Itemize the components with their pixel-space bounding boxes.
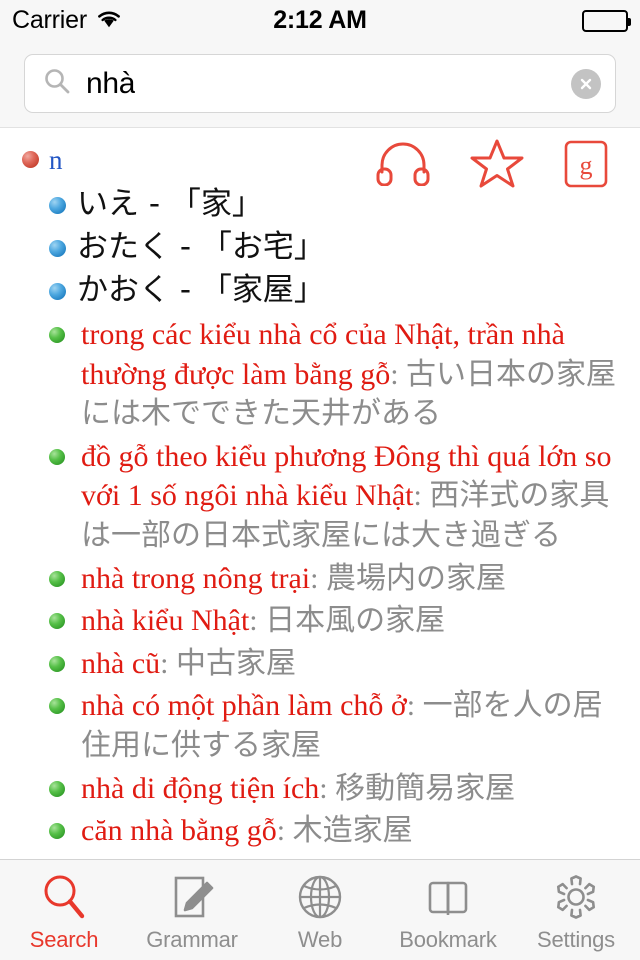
reading-label: おたく - 「お宅」: [77, 228, 325, 265]
headphones-icon[interactable]: [376, 142, 430, 191]
green-bullet-icon: [49, 655, 65, 672]
readings-list: いえ - 「家」 おたく - 「お宅」 かおく - 「家屋」: [22, 184, 626, 311]
example-separator: :: [406, 689, 423, 723]
example-japanese: 中古家屋: [175, 645, 296, 681]
example-vietnamese: nhà di động tiện ích: [81, 771, 320, 805]
reading-label: いえ - 「家」: [77, 185, 263, 222]
star-icon[interactable]: [470, 138, 524, 195]
green-bullet-icon: [49, 613, 65, 630]
search-icon: [42, 66, 72, 101]
example-separator: :: [413, 479, 430, 513]
battery-full-icon: [582, 9, 631, 32]
blue-bullet-icon: [49, 283, 66, 300]
open-book-icon: [423, 871, 473, 923]
magnifier-icon: [39, 871, 89, 923]
tab-bar: Search Grammar Web Bookmark Settings: [0, 859, 640, 960]
green-bullet-icon: [49, 698, 65, 715]
svg-text:g: g: [580, 151, 593, 180]
tab-web[interactable]: Web: [256, 860, 384, 960]
status-bar-left: Carrier: [12, 6, 122, 35]
part-of-speech-label: n: [49, 145, 63, 175]
example-item: nhà có một phần làm chỗ ở: 一部を人の居住用に供する家…: [49, 686, 626, 765]
tab-settings[interactable]: Settings: [512, 860, 640, 960]
example-separator: :: [310, 561, 326, 595]
green-bullet-icon: [49, 327, 65, 343]
example-item: nhà trong nông trại: 農場内の家屋: [49, 559, 626, 599]
example-vietnamese: nhà trong nông trại: [81, 561, 311, 595]
entry-actions: g: [376, 138, 608, 195]
example-item: nhà di động tiện ích: 移動簡易家屋: [49, 769, 626, 809]
example-vietnamese: căn nhà bằng gỗ: [81, 814, 277, 848]
example-separator: :: [390, 357, 407, 391]
example-separator: :: [319, 771, 336, 805]
search-input[interactable]: nhà: [24, 54, 616, 113]
tab-label: Web: [297, 927, 343, 952]
wifi-icon: [96, 9, 122, 33]
reading-item: かおく - 「家屋」: [49, 270, 626, 311]
green-bullet-icon: [49, 780, 65, 797]
tab-label: Bookmark: [399, 927, 497, 952]
green-bullet-icon: [49, 823, 65, 840]
green-bullet-icon: [49, 570, 65, 587]
example-vietnamese: nhà cũ: [81, 646, 161, 680]
example-japanese: 移動簡易家屋: [335, 770, 516, 806]
example-item: trong các kiểu nhà cổ của Nhật, trần nhà…: [49, 315, 626, 434]
tab-label: Grammar: [146, 927, 238, 952]
example-item: nhà cũ: 中古家屋: [49, 644, 626, 684]
example-item: căn nhà bằng gỗ: 木造家屋: [49, 811, 626, 851]
blue-bullet-icon: [49, 197, 66, 214]
example-separator: :: [160, 646, 176, 680]
example-item: đồ gỗ theo kiểu phương Đông thì quá lớn …: [49, 437, 626, 556]
red-bullet-icon: [22, 151, 39, 168]
status-bar-right: [582, 9, 631, 32]
google-g-icon[interactable]: g: [564, 140, 608, 193]
example-japanese: 日本風の家屋: [265, 603, 446, 639]
example-item: nhà kiểu Nhật: 日本風の家屋: [49, 601, 626, 641]
page-pencil-icon: [167, 871, 217, 923]
blue-bullet-icon: [49, 240, 66, 257]
definition-content: n g いえ - 「家」 おたく - 「お宅」 かおく - 「家屋」 trong…: [0, 128, 640, 851]
tab-grammar[interactable]: Grammar: [128, 860, 256, 960]
globe-icon: [295, 871, 345, 923]
clear-circle-icon[interactable]: [571, 68, 601, 99]
example-separator: :: [276, 814, 293, 848]
example-separator: :: [249, 604, 266, 638]
search-input-value: nhà: [86, 66, 136, 100]
example-vietnamese: nhà có một phần làm chỗ ở: [81, 689, 407, 723]
app-screen: Carrier 2:12 AM nhà n g いえ - 「家」 おたく - 「…: [0, 0, 640, 960]
example-japanese: 木造家屋: [292, 813, 413, 849]
example-vietnamese: nhà kiểu Nhật: [81, 604, 250, 638]
tab-label: Settings: [537, 927, 615, 952]
search-bar-container: nhà: [0, 41, 640, 127]
green-bullet-icon: [49, 448, 65, 465]
carrier-label: Carrier: [12, 6, 87, 34]
example-japanese: 農場内の家屋: [325, 560, 506, 596]
gear-icon: [551, 871, 601, 923]
reading-label: かおく - 「家屋」: [77, 271, 325, 308]
tab-label: Search: [29, 927, 99, 952]
reading-item: おたく - 「お宅」: [49, 227, 626, 268]
headword-row: n g: [22, 139, 626, 188]
status-bar: Carrier 2:12 AM: [0, 0, 640, 41]
tab-search[interactable]: Search: [0, 860, 128, 960]
definition-scroll-area[interactable]: n g いえ - 「家」 おたく - 「お宅」 かおく - 「家屋」 trong…: [0, 127, 640, 859]
tab-bookmark[interactable]: Bookmark: [384, 860, 512, 960]
examples-list: trong các kiểu nhà cổ của Nhật, trần nhà…: [22, 315, 626, 851]
